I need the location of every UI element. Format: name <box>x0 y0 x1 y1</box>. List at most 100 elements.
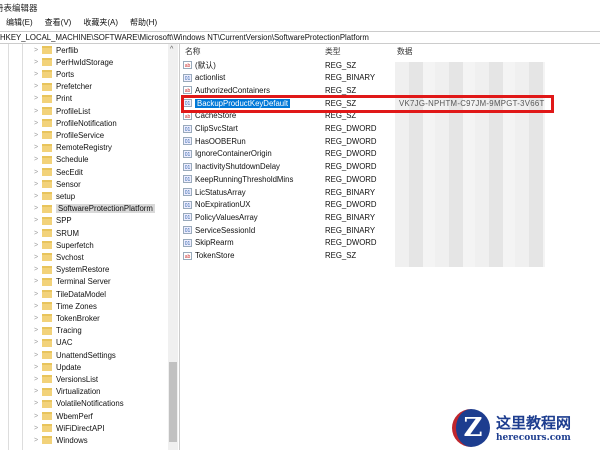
tree-item[interactable]: > WbemPerf <box>34 410 93 422</box>
tree-item[interactable]: > Virtualization <box>34 386 101 398</box>
tree-item[interactable]: > PerHwIdStorage <box>34 56 113 68</box>
chevron-right-icon[interactable]: > <box>34 230 42 237</box>
chevron-right-icon[interactable]: > <box>34 83 42 90</box>
value-row[interactable]: 01 IgnoreContainerOrigin REG_DWORD <box>183 148 598 160</box>
tree-item[interactable]: > SRUM <box>34 227 79 239</box>
tree-item[interactable]: > WiFiDirectAPI <box>34 422 105 434</box>
value-type: REG_DWORD <box>325 124 377 133</box>
chevron-right-icon[interactable]: > <box>34 217 42 224</box>
chevron-right-icon[interactable]: > <box>34 437 42 444</box>
tree-item[interactable]: > UAC <box>34 337 72 349</box>
column-name[interactable]: 名称 <box>185 46 201 57</box>
tree-item[interactable]: > Tracing <box>34 325 82 337</box>
chevron-right-icon[interactable]: > <box>34 47 42 54</box>
scroll-thumb[interactable] <box>169 362 177 442</box>
chevron-right-icon[interactable]: > <box>34 108 42 115</box>
value-type: REG_DWORD <box>325 174 377 184</box>
value-row[interactable]: 01 actionlist REG_BINARY <box>183 72 598 84</box>
address-bar[interactable]: HKEY_LOCAL_MACHINE\SOFTWARE\Microsoft\Wi… <box>0 31 600 44</box>
chevron-right-icon[interactable]: > <box>34 71 42 78</box>
tree-item[interactable]: > UnattendSettings <box>34 349 116 361</box>
value-row[interactable]: 01 KeepRunningThresholdMins REG_DWORD <box>183 173 598 185</box>
tree-item-label: WiFiDirectAPI <box>56 423 105 433</box>
chevron-right-icon[interactable]: > <box>34 144 42 151</box>
tree-item[interactable]: > Windows <box>34 434 88 446</box>
chevron-right-icon[interactable]: > <box>34 95 42 102</box>
binary-value-icon: 01 <box>183 200 192 209</box>
chevron-right-icon[interactable]: > <box>34 315 42 322</box>
chevron-right-icon[interactable]: > <box>34 413 42 420</box>
menu-edit[interactable]: 编辑(E) <box>6 17 33 30</box>
tree-item-label: TileDataModel <box>56 289 106 299</box>
chevron-right-icon[interactable]: > <box>34 156 42 163</box>
chevron-right-icon[interactable]: > <box>34 327 42 334</box>
tree-item[interactable]: > SoftwareProtectionPlatform <box>34 203 155 215</box>
value-row[interactable]: 01 PolicyValuesArray REG_BINARY <box>183 211 598 223</box>
tree-scrollbar[interactable]: ^ <box>168 44 178 450</box>
menu-help[interactable]: 帮助(H) <box>130 17 157 30</box>
tree-item[interactable]: > Svchost <box>34 251 84 263</box>
tree-item[interactable]: > Update <box>34 361 81 373</box>
chevron-right-icon[interactable]: > <box>34 266 42 273</box>
tree-item[interactable]: > ProfileService <box>34 129 104 141</box>
scroll-up-icon[interactable]: ^ <box>170 46 173 53</box>
tree-item[interactable]: > Terminal Server <box>34 276 111 288</box>
chevron-right-icon[interactable]: > <box>34 376 42 383</box>
tree-item[interactable]: > TileDataModel <box>34 288 106 300</box>
column-data[interactable]: 数据 <box>397 46 413 57</box>
tree-item[interactable]: > Perflib <box>34 44 78 56</box>
chevron-right-icon[interactable]: > <box>34 400 42 407</box>
chevron-right-icon[interactable]: > <box>34 242 42 249</box>
column-type[interactable]: 类型 <box>325 46 341 57</box>
chevron-right-icon[interactable]: > <box>34 205 42 212</box>
chevron-right-icon[interactable]: > <box>34 181 42 188</box>
value-row[interactable]: 01 HasOOBERun REG_DWORD <box>183 135 598 147</box>
value-row[interactable]: 01 LicStatusArray REG_BINARY <box>183 186 598 198</box>
folder-icon <box>42 192 52 201</box>
highlight-box <box>181 95 554 113</box>
value-row[interactable]: 01 ServiceSessionId REG_BINARY <box>183 224 598 236</box>
tree-item[interactable]: > SystemRestore <box>34 264 109 276</box>
value-name: AuthorizedContainers <box>195 85 270 95</box>
menu-view[interactable]: 查看(V) <box>45 17 72 30</box>
value-row[interactable]: 01 SkipRearm REG_DWORD <box>183 237 598 249</box>
chevron-right-icon[interactable]: > <box>34 193 42 200</box>
value-row[interactable]: ab (默认) REG_SZ <box>183 59 598 71</box>
chevron-right-icon[interactable]: > <box>34 364 42 371</box>
tree-item[interactable]: > Superfetch <box>34 239 94 251</box>
tree-item[interactable]: > Ports <box>34 68 74 80</box>
menu-favorites[interactable]: 收藏夹(A) <box>83 17 118 30</box>
tree-item[interactable]: > ProfileNotification <box>34 117 117 129</box>
chevron-right-icon[interactable]: > <box>34 278 42 285</box>
folder-icon <box>42 326 52 335</box>
tree-item[interactable]: > TokenBroker <box>34 312 100 324</box>
tree-item[interactable]: > Print <box>34 93 72 105</box>
chevron-right-icon[interactable]: > <box>34 169 42 176</box>
tree-item[interactable]: > SPP <box>34 215 72 227</box>
tree-item[interactable]: > setup <box>34 190 75 202</box>
chevron-right-icon[interactable]: > <box>34 254 42 261</box>
value-row[interactable]: ab TokenStore REG_SZ <box>183 250 598 262</box>
tree-item[interactable]: > VersionsList <box>34 373 98 385</box>
chevron-right-icon[interactable]: > <box>34 425 42 432</box>
tree-item[interactable]: > RemoteRegistry <box>34 142 112 154</box>
tree-item[interactable]: > SecEdit <box>34 166 83 178</box>
tree-item[interactable]: > Schedule <box>34 154 89 166</box>
value-row[interactable]: 01 ClipSvcStart REG_DWORD <box>183 123 598 135</box>
value-row[interactable]: 01 InactivityShutdownDelay REG_DWORD <box>183 161 598 173</box>
chevron-right-icon[interactable]: > <box>34 388 42 395</box>
chevron-right-icon[interactable]: > <box>34 291 42 298</box>
chevron-right-icon[interactable]: > <box>34 120 42 127</box>
tree-item[interactable]: > Prefetcher <box>34 81 92 93</box>
tree-item[interactable]: > VolatileNotifications <box>34 398 124 410</box>
chevron-right-icon[interactable]: > <box>34 303 42 310</box>
chevron-right-icon[interactable]: > <box>34 339 42 346</box>
binary-value-icon: 01 <box>183 124 192 133</box>
chevron-right-icon[interactable]: > <box>34 352 42 359</box>
chevron-right-icon[interactable]: > <box>34 132 42 139</box>
tree-item[interactable]: > Time Zones <box>34 300 97 312</box>
chevron-right-icon[interactable]: > <box>34 59 42 66</box>
tree-item[interactable]: > Sensor <box>34 178 81 190</box>
tree-item[interactable]: > ProfileList <box>34 105 90 117</box>
value-row[interactable]: 01 NoExpirationUX REG_DWORD <box>183 199 598 211</box>
